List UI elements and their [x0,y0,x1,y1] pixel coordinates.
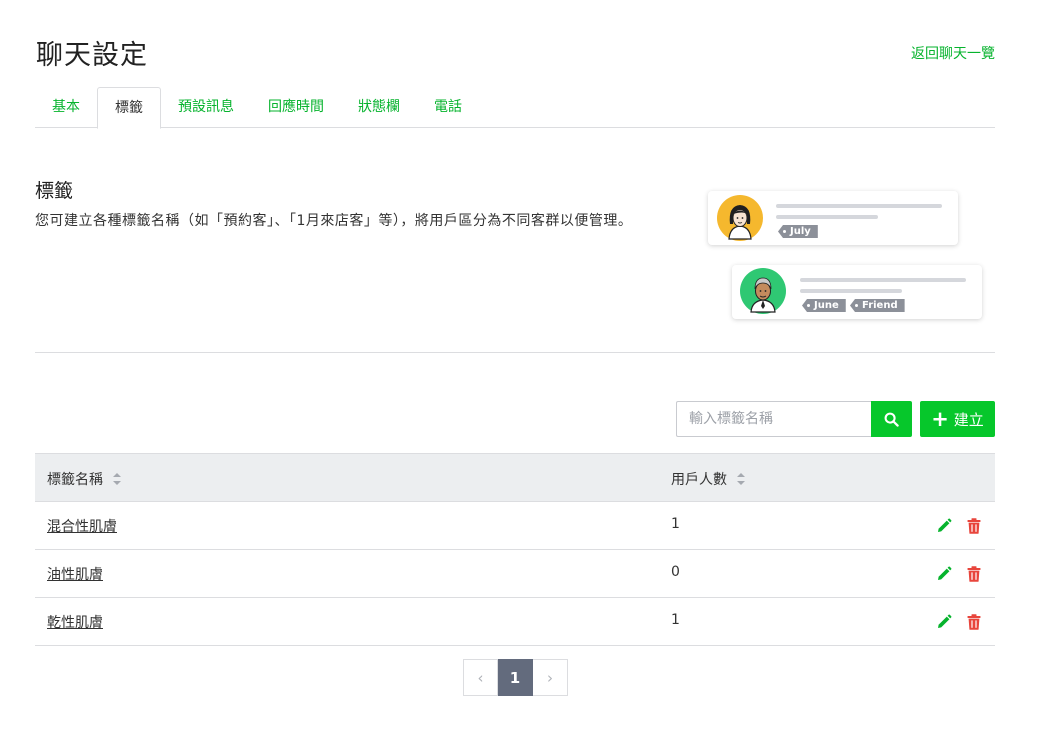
pencil-icon[interactable] [936,614,952,630]
woman-avatar-icon [717,195,763,241]
trash-icon[interactable] [967,566,981,582]
back-to-chat-list-link[interactable]: 返回聊天一覽 [911,43,995,63]
tab-phone[interactable]: 電話 [417,87,479,128]
table-row: 乾性肌膚 1 [35,598,995,646]
section-divider [35,352,995,353]
tags-table: 標籤名稱 用戶人數 混合性肌膚 1 油性肌膚 0 乾性肌膚 1 [35,453,995,646]
search-button[interactable] [871,401,912,437]
tab-basic[interactable]: 基本 [35,87,97,128]
illustration-tag-friend: Friend [850,299,905,312]
column-header-name-label: 標籤名稱 [47,472,103,488]
column-header-count-label: 用戶人數 [671,472,727,488]
sort-icon[interactable] [113,473,121,485]
illustration-tag-july: July [778,225,818,238]
column-header-name[interactable]: 標籤名稱 [47,469,121,489]
prev-page-button[interactable]: ‹ [463,659,498,696]
create-tag-button[interactable]: + 建立 [920,401,995,437]
pagination: ‹ 1 › [463,659,568,696]
tab-status-bar[interactable]: 狀態欄 [341,87,417,128]
tag-search-input[interactable] [676,401,872,437]
section-title: 標籤 [35,180,74,202]
page-1-button[interactable]: 1 [498,659,533,696]
next-page-button[interactable]: › [533,659,568,696]
page-title: 聊天設定 [36,40,148,71]
tags-illustration: July June Friend [700,185,1000,330]
table-header: 標籤名稱 用戶人數 [35,453,995,502]
tag-name-link[interactable]: 油性肌膚 [47,564,103,584]
illustration-card-1: July [708,191,958,245]
column-header-count[interactable]: 用戶人數 [671,469,745,489]
trash-icon[interactable] [967,614,981,630]
table-row: 混合性肌膚 1 [35,502,995,550]
user-count: 1 [671,516,680,532]
user-count: 0 [671,564,680,580]
search-icon [884,412,899,427]
tab-tags[interactable]: 標籤 [97,87,161,129]
table-row: 油性肌膚 0 [35,550,995,598]
pencil-icon[interactable] [936,518,952,534]
pencil-icon[interactable] [936,566,952,582]
tag-name-link[interactable]: 乾性肌膚 [47,612,103,632]
tag-name-link[interactable]: 混合性肌膚 [47,516,117,536]
create-tag-label: 建立 [953,410,984,429]
illustration-card-2: June Friend [732,265,982,319]
trash-icon[interactable] [967,518,981,534]
plus-icon: + [931,406,949,431]
tab-response-hours[interactable]: 回應時間 [251,87,341,128]
user-count: 1 [671,612,680,628]
sort-icon[interactable] [737,473,745,485]
section-description: 您可建立各種標籤名稱（如「預約客」、「1月來店客」等），將用戶區分為不同客群以便… [35,213,633,229]
man-avatar-icon [740,268,786,314]
tab-bar: 基本 標籤 預設訊息 回應時間 狀態欄 電話 [35,87,995,129]
tab-default-messages[interactable]: 預設訊息 [161,87,251,128]
illustration-tag-june: June [802,299,846,312]
